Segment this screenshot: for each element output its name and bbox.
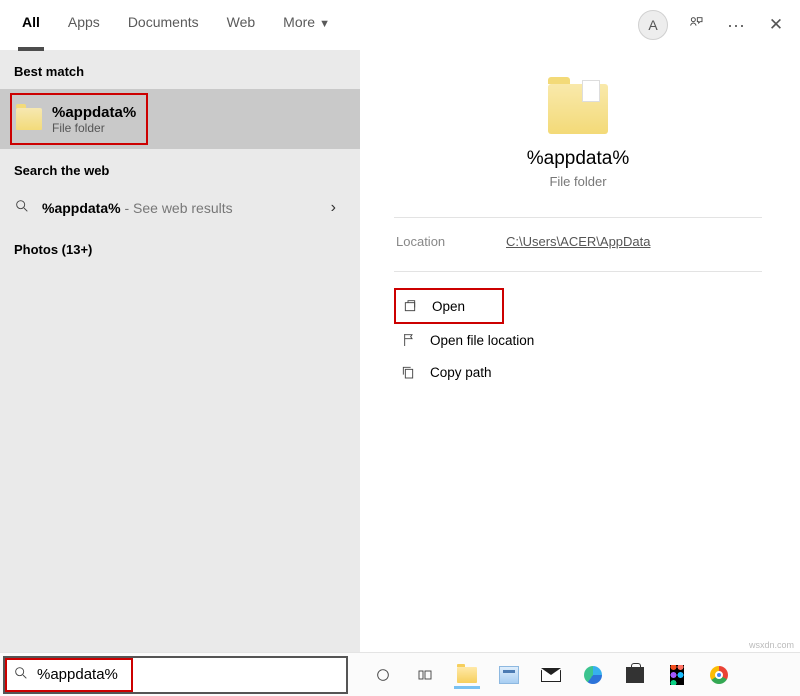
close-button[interactable]: ✕ bbox=[764, 15, 788, 35]
store-icon[interactable] bbox=[624, 664, 646, 686]
preview-panel: %appdata% File folder Location C:\Users\… bbox=[360, 50, 800, 652]
file-explorer-icon[interactable] bbox=[456, 664, 478, 686]
mail-icon[interactable] bbox=[540, 664, 562, 686]
cortana-icon[interactable] bbox=[372, 664, 394, 686]
feedback-icon[interactable] bbox=[684, 15, 708, 36]
section-search-web: Search the web bbox=[0, 149, 360, 188]
tab-all[interactable]: All bbox=[10, 0, 52, 50]
tab-apps[interactable]: Apps bbox=[56, 0, 112, 50]
task-view-icon[interactable] bbox=[414, 664, 436, 686]
action-open[interactable]: Open bbox=[394, 288, 504, 324]
search-web-result[interactable]: %appdata% - See web results › bbox=[0, 188, 360, 228]
action-copy-path[interactable]: Copy path bbox=[394, 356, 762, 388]
edge-icon[interactable] bbox=[582, 664, 604, 686]
tab-documents[interactable]: Documents bbox=[116, 0, 211, 50]
user-avatar[interactable]: A bbox=[638, 10, 668, 40]
location-label: Location bbox=[396, 234, 506, 249]
preview-subtitle: File folder bbox=[394, 174, 762, 189]
taskbar-search-box[interactable] bbox=[3, 656, 348, 694]
section-best-match: Best match bbox=[0, 50, 360, 89]
watermark: wsxdn.com bbox=[749, 640, 794, 650]
more-options-icon[interactable]: ··· bbox=[724, 15, 748, 36]
results-panel: Best match %appdata% File folder Search … bbox=[0, 50, 360, 652]
location-link[interactable]: C:\Users\ACER\AppData bbox=[506, 234, 651, 249]
section-photos: Photos (13+) bbox=[0, 228, 360, 267]
preview-title: %appdata% bbox=[394, 148, 762, 170]
taskbar-search-input[interactable] bbox=[37, 666, 346, 684]
chrome-icon[interactable] bbox=[708, 664, 730, 686]
figma-icon[interactable] bbox=[666, 664, 688, 686]
taskbar bbox=[0, 652, 800, 696]
folder-icon bbox=[548, 84, 608, 134]
folder-icon bbox=[16, 108, 42, 130]
paint-icon[interactable] bbox=[498, 664, 520, 686]
web-query: %appdata% bbox=[42, 200, 121, 216]
action-open-file-location[interactable]: Open file location bbox=[394, 324, 762, 356]
search-icon bbox=[13, 665, 29, 685]
search-icon bbox=[14, 198, 32, 218]
tab-more[interactable]: More▼ bbox=[271, 0, 342, 50]
open-icon bbox=[402, 298, 418, 314]
best-match-subtitle: File folder bbox=[52, 121, 136, 135]
best-match-title: %appdata% bbox=[52, 104, 136, 121]
web-suffix: - See web results bbox=[121, 200, 233, 216]
chevron-right-icon: › bbox=[331, 199, 336, 217]
copy-path-icon bbox=[400, 364, 416, 380]
search-scope-tabs: All Apps Documents Web More▼ A ··· ✕ bbox=[0, 0, 800, 50]
tab-web[interactable]: Web bbox=[215, 0, 268, 50]
best-match-result[interactable]: %appdata% File folder bbox=[0, 89, 360, 149]
chevron-down-icon: ▼ bbox=[319, 18, 330, 30]
open-file-location-icon bbox=[400, 332, 416, 348]
